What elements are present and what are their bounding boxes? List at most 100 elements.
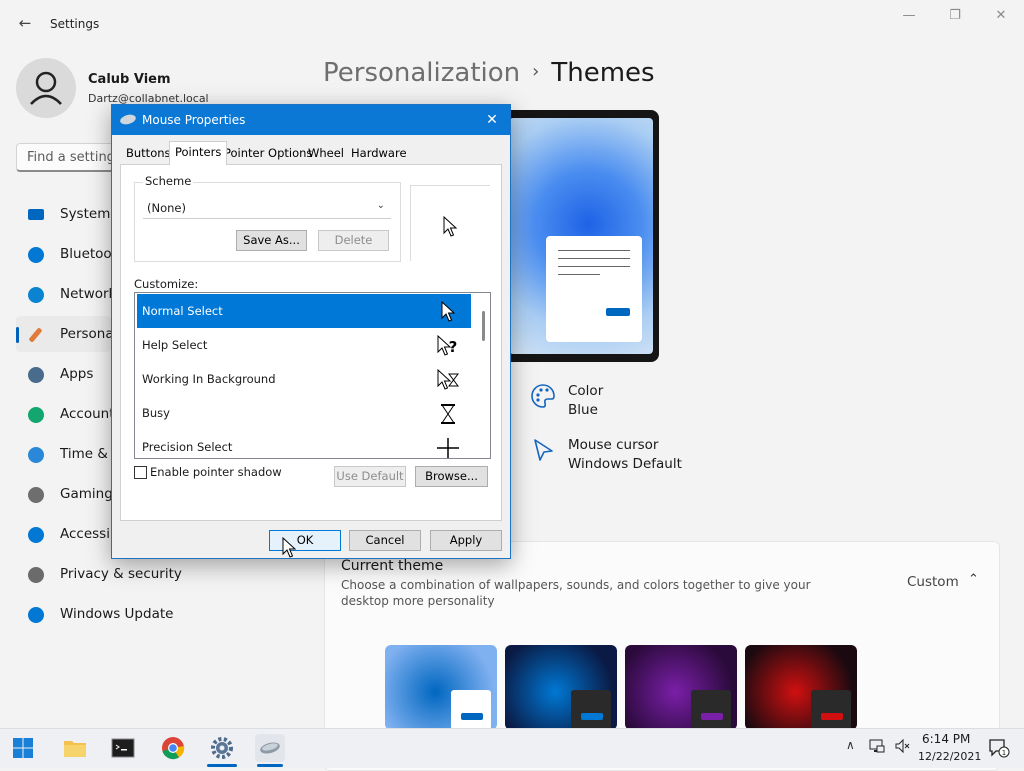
- sidebar-item-clock[interactable]: Time & l: [16, 436, 116, 472]
- pointer-shadow-label[interactable]: Enable pointer shadow: [150, 465, 282, 479]
- clock-time[interactable]: 6:14 PM: [922, 732, 970, 746]
- system-icon: [28, 209, 44, 220]
- delete-button[interactable]: Delete: [318, 230, 389, 251]
- use-default-button[interactable]: Use Default: [334, 466, 406, 487]
- brush-icon: [28, 327, 43, 343]
- sidebar-item-bluetooth[interactable]: Bluetoot: [16, 236, 117, 272]
- theme-mini-window: [571, 690, 611, 730]
- color-value: Blue: [568, 402, 598, 418]
- sidebar-item-label: Apps: [60, 366, 94, 382]
- back-button[interactable]: ←: [14, 12, 36, 34]
- breadcrumb-chevron-icon: ›: [532, 61, 540, 82]
- hourglass-cursor-icon: [441, 404, 455, 424]
- sidebar-item-label: Gaming: [60, 486, 113, 502]
- cursor-list[interactable]: Normal Select Help Select ? Working In B…: [134, 292, 491, 459]
- clock-date[interactable]: 12/22/2021: [918, 750, 981, 763]
- scheme-value: (None): [147, 201, 186, 215]
- minimize-button[interactable]: —: [897, 6, 921, 26]
- restore-button[interactable]: ❐: [943, 6, 967, 26]
- sidebar-item-shield[interactable]: Privacy & security: [16, 556, 216, 592]
- sidebar-item-label: Network: [60, 286, 117, 302]
- volume-muted-icon[interactable]: [893, 737, 911, 759]
- current-theme-title: Current theme: [341, 558, 444, 574]
- list-item-precision-select[interactable]: Precision Select: [137, 430, 471, 458]
- list-item-help-select[interactable]: Help Select ?: [137, 328, 471, 362]
- sidebar-item-gamepad[interactable]: Gaming: [16, 476, 113, 512]
- start-button[interactable]: [9, 734, 37, 762]
- user-name: Calub Viem: [88, 72, 171, 87]
- chevron-up-icon[interactable]: ∧: [846, 738, 855, 752]
- theme-thumbnail[interactable]: [505, 645, 617, 730]
- network-icon[interactable]: [868, 737, 886, 759]
- chevron-up-icon[interactable]: ⌃: [968, 572, 979, 587]
- breadcrumb-parent[interactable]: Personalization: [323, 58, 520, 88]
- tab-hardware[interactable]: Hardware: [346, 143, 412, 164]
- gear-icon: [211, 737, 233, 759]
- working-cursor-icon: [437, 369, 459, 390]
- cancel-button[interactable]: Cancel: [349, 530, 421, 551]
- sidebar-item-update[interactable]: Windows Update: [16, 596, 216, 632]
- notification-icon[interactable]: 1: [987, 737, 1011, 763]
- mouse-properties-button[interactable]: [255, 734, 285, 762]
- file-explorer-button[interactable]: [61, 734, 89, 762]
- browse-button[interactable]: Browse...: [415, 466, 488, 487]
- settings-button[interactable]: [208, 734, 236, 762]
- sidebar-item-brush[interactable]: Personal: [16, 316, 117, 352]
- tab-wheel[interactable]: Wheel: [303, 143, 349, 164]
- mouse-icon: [260, 742, 280, 754]
- windows-logo-icon: [13, 738, 33, 758]
- scheme-group: Scheme (None) ⌄ Save As... Delete: [134, 174, 401, 262]
- sidebar-item-system[interactable]: System: [16, 196, 111, 232]
- mouse-properties-dialog: Mouse Properties ✕ Buttons Pointers Poin…: [111, 104, 511, 559]
- terminal-button[interactable]: [109, 734, 137, 762]
- tab-buttons[interactable]: Buttons: [121, 143, 176, 164]
- preview-window: [546, 236, 642, 342]
- pointer-shadow-checkbox[interactable]: [134, 466, 147, 479]
- list-item-working-in-background[interactable]: Working In Background: [137, 362, 471, 396]
- cursor-icon: [530, 437, 556, 463]
- svg-text:?: ?: [449, 338, 458, 356]
- theme-thumbnail[interactable]: [745, 645, 857, 730]
- active-indicator: [257, 764, 283, 767]
- list-item-normal-select[interactable]: Normal Select: [137, 294, 471, 328]
- list-item-busy[interactable]: Busy: [137, 396, 471, 430]
- arrow-cursor-icon: [441, 301, 456, 322]
- sidebar-item-label: Personal: [60, 326, 118, 342]
- avatar[interactable]: [16, 58, 76, 118]
- theme-thumbnail[interactable]: [625, 645, 737, 730]
- sidebar-item-account[interactable]: Account: [16, 396, 115, 432]
- apply-button[interactable]: Apply: [430, 530, 502, 551]
- list-item-label: Normal Select: [142, 304, 223, 318]
- close-button[interactable]: ✕: [989, 6, 1013, 26]
- dialog-titlebar[interactable]: Mouse Properties ✕: [112, 105, 510, 135]
- list-item-label: Help Select: [142, 338, 208, 352]
- scheme-select[interactable]: (None) ⌄: [143, 197, 391, 219]
- active-indicator: [207, 764, 237, 767]
- sidebar-item-wifi[interactable]: Network: [16, 276, 116, 312]
- mouse-cursor-title[interactable]: Mouse cursor: [568, 437, 658, 453]
- sidebar-item-label: Privacy & security: [60, 566, 182, 582]
- window-title: Settings: [50, 17, 100, 31]
- mouse-icon: [119, 113, 137, 126]
- theme-thumbnail[interactable]: [385, 645, 497, 730]
- chrome-icon: [162, 737, 185, 760]
- theme-mini-window: [811, 690, 851, 730]
- sidebar-item-accessibility[interactable]: Accessib: [16, 516, 119, 552]
- search-input[interactable]: Find a setting: [16, 143, 116, 172]
- theme-mini-window: [691, 690, 731, 730]
- scrollbar-thumb[interactable]: [482, 311, 485, 341]
- color-title[interactable]: Color: [568, 383, 603, 399]
- theme-mini-window: [451, 690, 491, 730]
- ok-button[interactable]: OK: [269, 530, 341, 551]
- sidebar-item-label: Accessib: [60, 526, 119, 542]
- chrome-button[interactable]: [159, 734, 187, 762]
- apps-icon: [28, 367, 44, 383]
- scheme-label: Scheme: [143, 174, 194, 188]
- tab-pointers[interactable]: Pointers: [169, 141, 228, 165]
- save-as-button[interactable]: Save As...: [236, 230, 307, 251]
- mouse-cursor-value: Windows Default: [568, 456, 682, 472]
- list-item-label: Precision Select: [142, 440, 233, 454]
- sidebar-item-apps[interactable]: Apps: [16, 356, 111, 392]
- page-title: Themes: [551, 58, 655, 88]
- dialog-close-button[interactable]: ✕: [482, 110, 502, 130]
